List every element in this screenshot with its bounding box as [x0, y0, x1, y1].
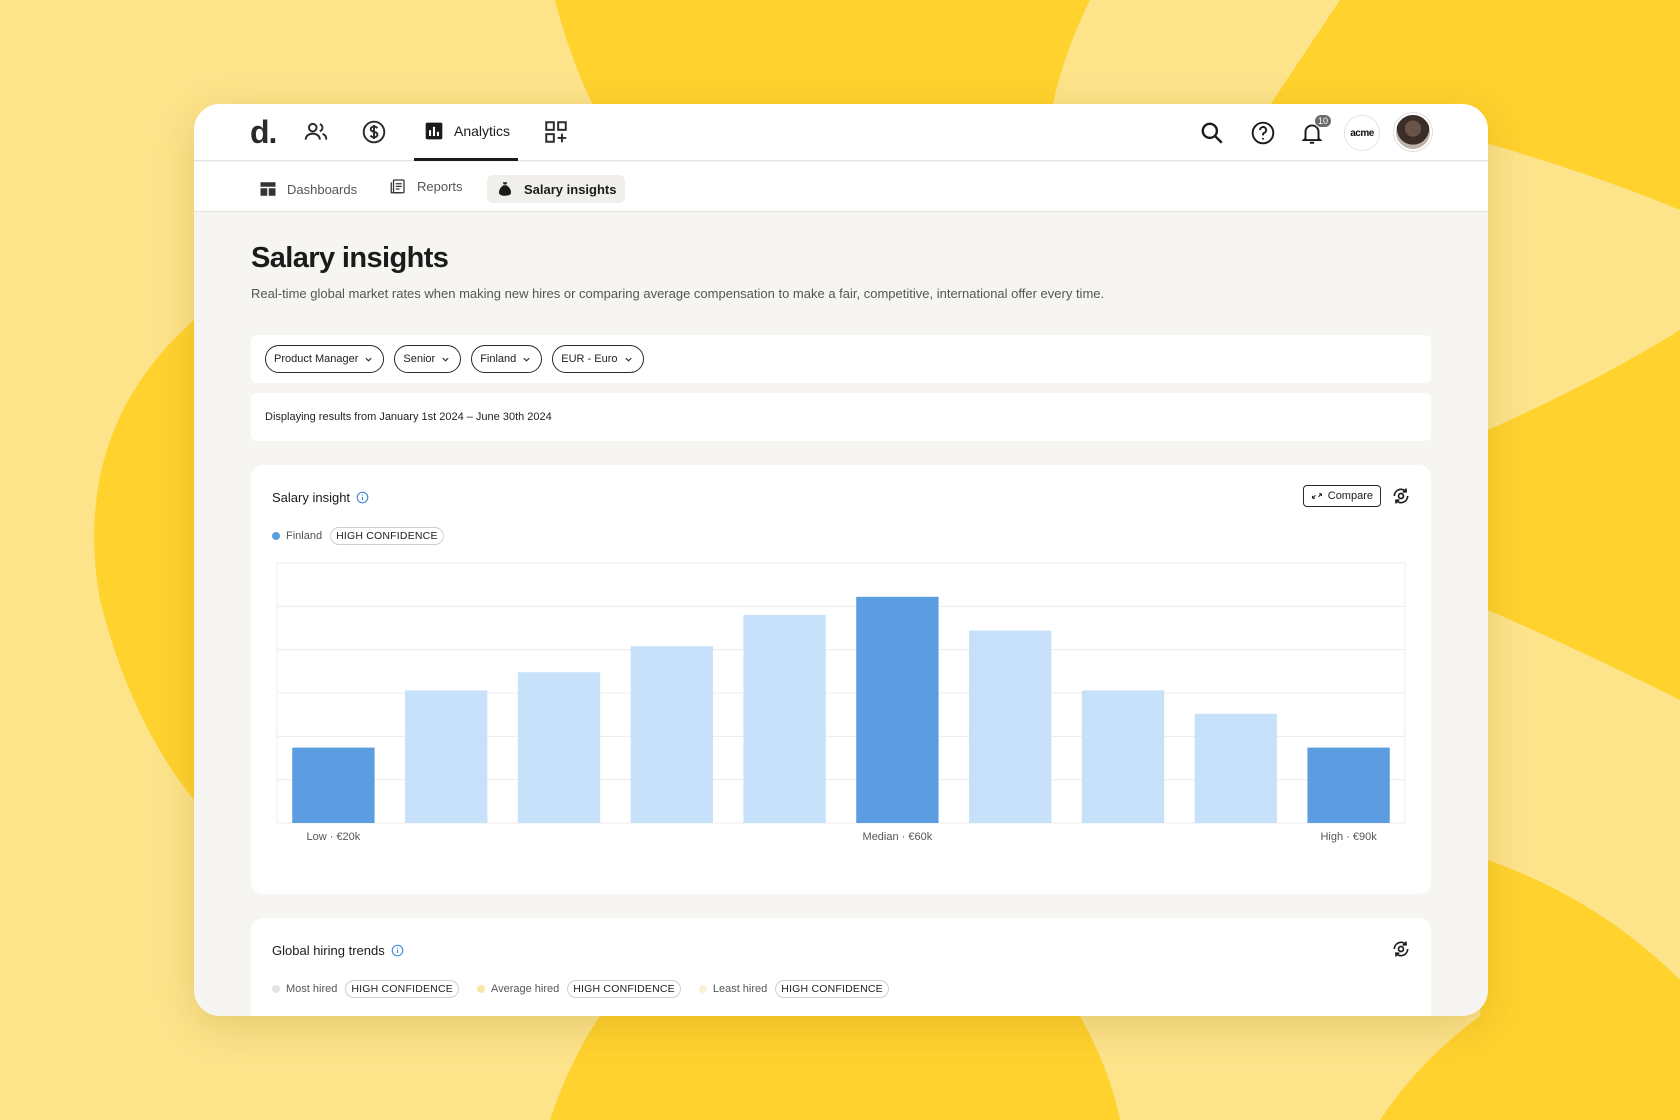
info-icon[interactable]: [356, 491, 369, 504]
page-description: Real-time global market rates when makin…: [251, 286, 1105, 301]
money-bag-icon: [499, 182, 511, 196]
chevron-down-icon: [523, 357, 530, 362]
x-axis-label: Median · €60k: [863, 831, 933, 843]
chart-bar[interactable]: [743, 615, 826, 823]
chart-bar[interactable]: [969, 630, 1052, 823]
salary-insight-header: Salary insight: [272, 490, 369, 505]
chevron-down-icon: [624, 357, 632, 362]
bar-chart-icon: [425, 122, 443, 140]
legend-most-hired: Most hired HIGH CONFIDENCE: [272, 980, 459, 998]
notifications-bell-icon[interactable]: 10: [1298, 114, 1332, 147]
confidence-badge: HIGH CONFIDENCE: [330, 527, 444, 545]
nav-analytics-label: Analytics: [454, 123, 511, 139]
compare-button-label: Compare: [1327, 490, 1373, 502]
x-axis-label: High · €90k: [1320, 831, 1377, 843]
global-hiring-trends-card: Global hiring trends Most hired HIGH CON…: [251, 918, 1431, 1016]
tab-dashboards-label: Dashboards: [287, 181, 358, 197]
reset-view-icon[interactable]: [1391, 486, 1411, 506]
filter-currency-label: EUR - Euro: [561, 353, 618, 365]
chart-bar[interactable]: [1194, 713, 1277, 823]
compare-arrows-icon: [1311, 493, 1322, 499]
date-range-info: Displaying results from January 1st 2024…: [251, 393, 1431, 441]
legend-series-name: Finland: [286, 530, 323, 542]
hiring-trends-title: Global hiring trends: [272, 943, 385, 958]
dashboard-icon: [260, 182, 276, 196]
tab-salary-insights[interactable]: Salary insights: [487, 175, 626, 203]
salary-distribution-chart: Low · €20k Median · €60k High · €90k: [276, 562, 1406, 843]
filter-role-label: Product Manager: [274, 353, 359, 365]
tab-salary-insights-label: Salary insights: [524, 181, 617, 197]
confidence-badge: HIGH CONFIDENCE: [567, 980, 681, 998]
nav-analytics[interactable]: Analytics: [414, 104, 518, 161]
app-window: d. Analytics 10 acme Dashboards Reports …: [194, 104, 1488, 1016]
filter-country-label: Finland: [480, 353, 517, 365]
confidence-badge: HIGH CONFIDENCE: [775, 980, 889, 998]
user-avatar[interactable]: [1394, 113, 1432, 151]
confidence-badge: HIGH CONFIDENCE: [345, 980, 459, 998]
chart-bar[interactable]: [856, 596, 939, 823]
hiring-trends-legend: Most hired HIGH CONFIDENCE Average hired…: [272, 980, 901, 998]
x-axis-label: Low · €20k: [306, 831, 360, 843]
legend-dot: [272, 532, 280, 540]
apps-grid-icon[interactable]: [542, 118, 570, 146]
compare-button[interactable]: Compare: [1302, 485, 1381, 507]
top-navigation: d. Analytics 10 acme: [194, 104, 1488, 161]
page-title: Salary insights: [251, 242, 449, 274]
people-icon[interactable]: [302, 118, 330, 146]
filter-country[interactable]: Finland: [471, 345, 543, 373]
reports-icon: [390, 179, 405, 194]
help-icon[interactable]: [1249, 119, 1277, 147]
filter-role[interactable]: Product Manager: [265, 345, 385, 373]
legend-average-hired: Average hired HIGH CONFIDENCE: [476, 980, 681, 998]
dollar-icon[interactable]: [360, 118, 388, 146]
tab-reports[interactable]: Reports: [380, 172, 472, 200]
logo[interactable]: d.: [250, 114, 277, 151]
tab-reports-label: Reports: [417, 178, 463, 194]
date-range-text: Displaying results from January 1st 2024…: [265, 411, 552, 423]
legend-series-name: Least hired: [712, 983, 768, 995]
chevron-down-icon: [365, 357, 373, 362]
legend-least-hired: Least hired HIGH CONFIDENCE: [698, 980, 889, 998]
reset-view-icon[interactable]: [1391, 939, 1411, 959]
legend-dot: [698, 985, 707, 993]
legend-series-name: Most hired: [286, 983, 338, 995]
tab-dashboards[interactable]: Dashboards: [250, 175, 366, 203]
sub-navigation: Dashboards Reports Salary insights: [194, 162, 1488, 212]
chart-bar[interactable]: [405, 690, 488, 823]
filter-bar: Product Manager Senior Finland EUR - Eur…: [251, 335, 1431, 383]
info-icon[interactable]: [391, 944, 404, 957]
salary-insight-title: Salary insight: [272, 490, 351, 505]
salary-insight-card: Salary insight Compare Finland HIGH CONF…: [251, 465, 1431, 894]
chart-bar[interactable]: [1081, 690, 1165, 823]
filter-currency[interactable]: EUR - Euro: [552, 345, 644, 373]
chart-bar[interactable]: [517, 672, 601, 823]
notifications-badge: 10: [1313, 114, 1332, 128]
chevron-down-icon: [442, 357, 449, 362]
legend-dot: [272, 985, 280, 993]
legend-dot: [476, 985, 485, 993]
legend-series-name: Average hired: [490, 983, 560, 995]
salary-legend: Finland HIGH CONFIDENCE: [272, 527, 444, 545]
filter-seniority-label: Senior: [403, 353, 436, 365]
organization-logo[interactable]: acme: [1344, 115, 1380, 151]
search-icon[interactable]: [1198, 119, 1226, 147]
hiring-trends-header: Global hiring trends: [272, 943, 404, 958]
chart-bar[interactable]: [1307, 747, 1390, 823]
chart-bar[interactable]: [292, 747, 375, 823]
filter-seniority[interactable]: Senior: [394, 345, 462, 373]
chart-bar[interactable]: [630, 646, 713, 823]
